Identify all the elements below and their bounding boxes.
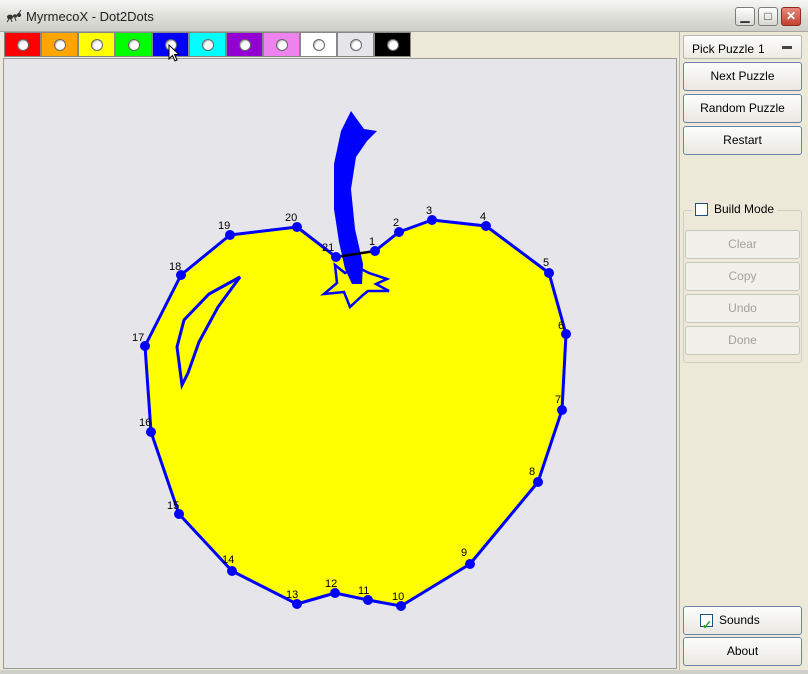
control-panel: Pick Puzzle 1 ▬ Next Puzzle Random Puzzl… <box>679 32 805 670</box>
dot-label-18: 18 <box>169 261 181 273</box>
color-swatch-cyan[interactable] <box>189 32 226 57</box>
next-puzzle-button[interactable]: Next Puzzle <box>683 62 802 91</box>
pick-puzzle-value: 1 <box>758 42 765 56</box>
dot-label-2: 2 <box>393 217 399 229</box>
puzzle-canvas[interactable]: 1 2 3 4 5 6 7 8 9 10 11 12 13 14 15 16 17 18 19 20 21 <box>3 58 677 669</box>
dot-label-17: 17 <box>132 332 144 344</box>
done-button[interactable]: Done <box>685 326 800 355</box>
title-bar[interactable]: MyrmecoX - Dot2Dots ▁ □ ✕ <box>0 0 808 32</box>
restart-button[interactable]: Restart <box>683 126 802 155</box>
random-puzzle-button[interactable]: Random Puzzle <box>683 94 802 123</box>
dot-label-1: 1 <box>369 236 375 248</box>
dot-7[interactable] <box>557 405 567 415</box>
dot-label-20: 20 <box>285 212 297 224</box>
dot-label-16: 16 <box>139 417 151 429</box>
maximize-button[interactable]: □ <box>758 7 778 26</box>
pick-puzzle-select[interactable]: Pick Puzzle 1 ▬ <box>683 35 802 59</box>
sounds-label: Sounds <box>719 613 760 627</box>
radio-dot-icon <box>239 39 251 51</box>
color-swatch-white[interactable] <box>300 32 337 57</box>
pick-puzzle-label: Pick Puzzle <box>692 42 755 56</box>
build-mode-label: Build Mode <box>714 202 775 216</box>
color-swatch-violet[interactable] <box>263 32 300 57</box>
dot-label-3: 3 <box>426 205 432 217</box>
dot-label-7: 7 <box>555 394 561 406</box>
window-title: MyrmecoX - Dot2Dots <box>26 9 154 24</box>
undo-button[interactable]: Undo <box>685 294 800 323</box>
about-button[interactable]: About <box>683 637 802 666</box>
color-swatch-black[interactable] <box>374 32 411 57</box>
spinner-arrow-icon[interactable]: ▬ <box>779 41 795 53</box>
dot-label-4: 4 <box>480 211 486 223</box>
color-swatch-orange[interactable] <box>41 32 78 57</box>
dot-label-11: 11 <box>358 585 369 597</box>
ant-icon <box>6 9 22 23</box>
mouse-cursor-icon <box>168 44 181 62</box>
radio-dot-icon <box>54 39 66 51</box>
window-border <box>0 670 808 674</box>
sounds-checkbox[interactable]: ✓ <box>700 614 713 632</box>
close-button[interactable]: ✕ <box>781 7 801 26</box>
clear-button[interactable]: Clear <box>685 230 800 259</box>
radio-dot-icon <box>128 39 140 51</box>
color-swatch-green[interactable] <box>115 32 152 57</box>
checkmark-icon: ✓ <box>702 618 713 632</box>
dot-label-8: 8 <box>529 466 535 478</box>
color-swatch-purple[interactable] <box>226 32 263 57</box>
radio-dot-icon <box>17 39 29 51</box>
dot-label-21: 21 <box>322 242 334 254</box>
radio-dot-icon <box>91 39 103 51</box>
dot-label-9: 9 <box>461 547 467 559</box>
dot-label-14: 14 <box>222 554 234 566</box>
radio-dot-icon <box>276 39 288 51</box>
puzzle-drawing[interactable]: 123 456789101112131415161718192021 <box>4 59 678 670</box>
radio-dot-icon <box>313 39 325 51</box>
radio-dot-icon <box>387 39 399 51</box>
dot-14[interactable] <box>227 566 237 576</box>
dot-5[interactable] <box>544 268 554 278</box>
copy-button[interactable]: Copy <box>685 262 800 291</box>
dot-label-5: 5 <box>543 257 549 269</box>
radio-dot-icon <box>350 39 362 51</box>
build-mode-checkbox[interactable] <box>695 202 708 216</box>
dot-label-13: 13 <box>286 589 298 601</box>
minimize-button[interactable]: ▁ <box>735 7 755 26</box>
dot-8[interactable] <box>533 477 543 487</box>
color-palette <box>4 32 414 58</box>
dot-label-19: 19 <box>218 220 230 232</box>
color-swatch-gray[interactable] <box>337 32 374 57</box>
color-swatch-yellow[interactable] <box>78 32 115 57</box>
sounds-toggle[interactable]: ✓ Sounds <box>683 606 802 635</box>
radio-dot-icon <box>202 39 214 51</box>
color-swatch-red[interactable] <box>4 32 41 57</box>
dot-label-15: 15 <box>167 500 179 512</box>
dot-label-12: 12 <box>325 578 337 590</box>
build-mode-toggle[interactable]: Build Mode <box>692 202 778 216</box>
dot-label-10: 10 <box>392 591 404 603</box>
dot-label-6: 6 <box>558 320 564 332</box>
dot-9[interactable] <box>465 559 475 569</box>
